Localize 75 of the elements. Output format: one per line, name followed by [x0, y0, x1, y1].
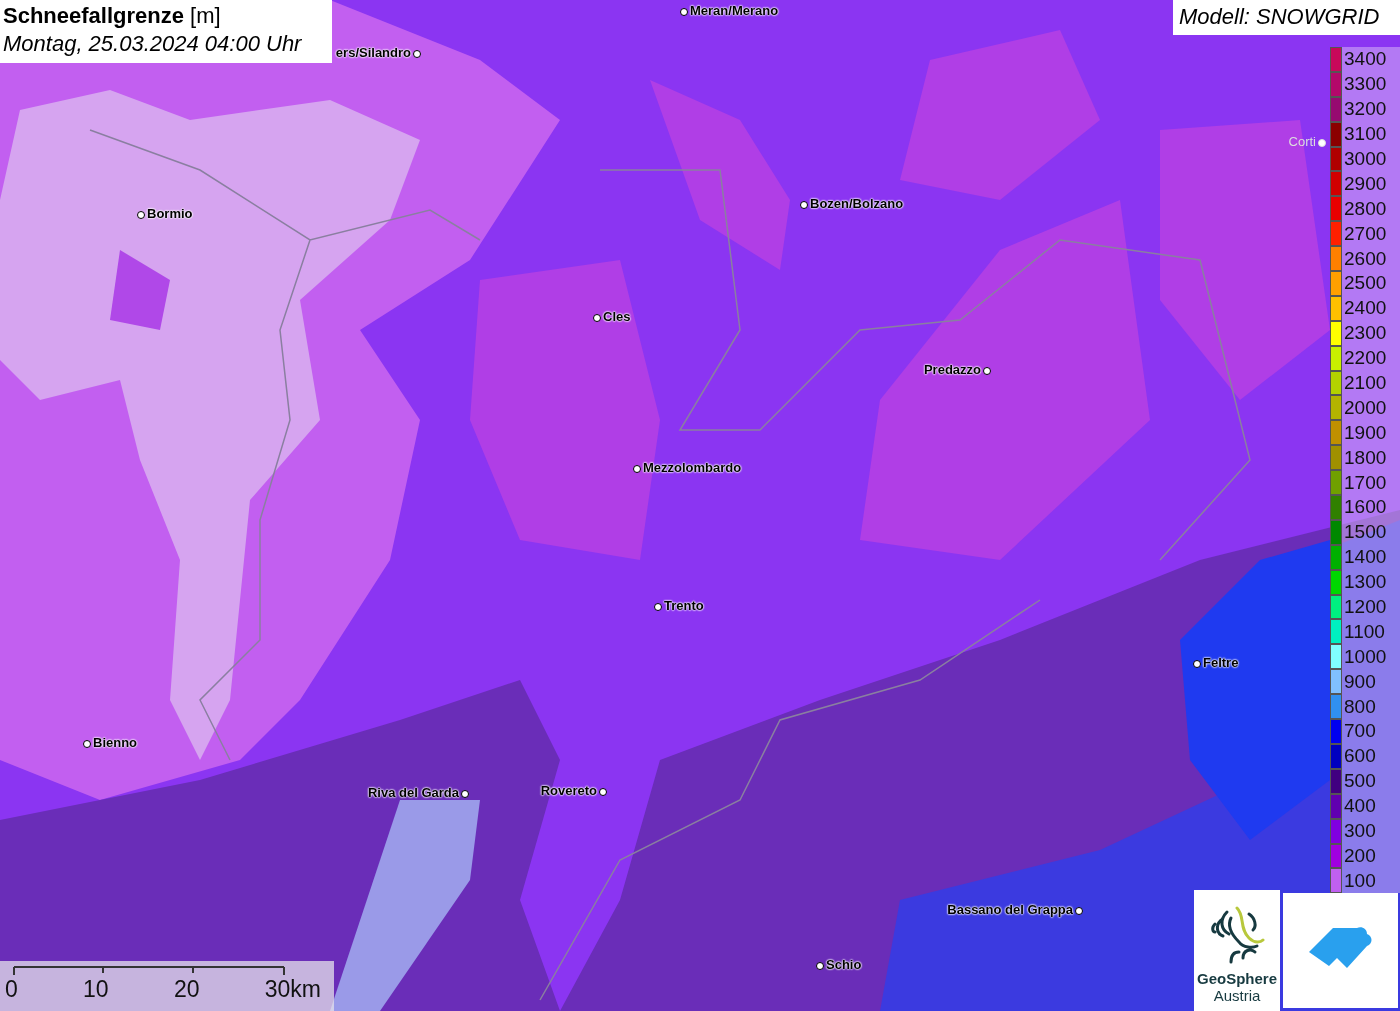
legend-label: 1000	[1344, 645, 1387, 668]
city-marker-icon	[800, 201, 808, 209]
logo-subtitle: Austria	[1213, 987, 1261, 1004]
city-marker-icon	[593, 314, 601, 322]
contour-lines-icon	[1209, 904, 1265, 964]
legend-label: 400	[1344, 795, 1376, 818]
legend-label: 100	[1344, 869, 1376, 892]
legend-label: 600	[1344, 745, 1376, 768]
map-datetime: Montag, 25.03.2024 04:00 Uhr	[3, 31, 303, 57]
scale-label: 30km	[264, 976, 321, 1003]
city-label: Trento	[664, 598, 704, 613]
city-marker-icon	[1318, 139, 1326, 147]
city-marker-icon	[983, 367, 991, 375]
city-label: Meran/Merano	[690, 3, 779, 18]
legend-label: 1400	[1344, 546, 1387, 569]
city-label: Mezzolombardo	[643, 460, 742, 475]
legend-label: 1900	[1344, 421, 1387, 444]
legend-label: 500	[1344, 770, 1376, 793]
legend-label: 1100	[1344, 620, 1385, 643]
city-label: Rovereto	[540, 783, 597, 798]
city-marker-icon	[654, 603, 662, 611]
city-marker-icon	[461, 790, 469, 798]
city-label: Cles	[603, 309, 631, 324]
city-label: Bormio	[147, 206, 193, 221]
scale-label: 20	[173, 976, 200, 1003]
city-marker-icon	[680, 8, 688, 16]
legend-label: 2100	[1344, 372, 1387, 394]
city-marker-icon	[83, 740, 91, 748]
city-label: Feltre	[1203, 655, 1239, 670]
legend-label: 1500	[1344, 521, 1387, 544]
city-label: Bassano del Grappa	[947, 902, 1073, 917]
legend-label: 3000	[1344, 148, 1387, 170]
legend-label: 900	[1344, 670, 1376, 693]
legend-label: 1700	[1344, 471, 1387, 494]
city-marker-icon	[816, 962, 824, 970]
legend-label: 3400	[1344, 48, 1387, 71]
legend-label: 1300	[1344, 571, 1387, 594]
city-label: Predazzo	[923, 362, 981, 377]
city-marker-icon	[599, 788, 607, 796]
legend-label: 2400	[1344, 297, 1387, 320]
legend-label: 700	[1344, 720, 1376, 743]
logo-name: GeoSphere	[1197, 970, 1277, 987]
legend-label: 2200	[1344, 347, 1387, 370]
legend-label: 2300	[1344, 322, 1387, 345]
legend-label: 2000	[1344, 396, 1387, 419]
legend-label: 3100	[1344, 123, 1387, 146]
legend-label: 300	[1344, 820, 1376, 843]
legend-label: 2800	[1344, 197, 1387, 220]
legend-label: 3300	[1344, 73, 1387, 96]
legend-label: 3200	[1344, 98, 1387, 121]
model-label: Modell: SNOWGRID	[1173, 0, 1400, 35]
legend-label: 2500	[1344, 272, 1387, 295]
city-label: Riva del Garda	[367, 785, 459, 800]
city-marker-icon	[137, 211, 145, 219]
city-label: Bozen/Bolzano	[810, 196, 904, 211]
city-label: Bienno	[93, 735, 138, 750]
map-title: Schneefallgrenze [m]	[3, 3, 222, 29]
legend-label: 2700	[1344, 222, 1387, 245]
legend-label: 200	[1344, 844, 1376, 867]
city-label: Corti	[1288, 134, 1316, 149]
city-marker-icon	[633, 465, 641, 473]
city-label: ers/Silandro	[335, 45, 411, 60]
scale-label: 10	[83, 976, 109, 1003]
legend-label: 1800	[1344, 446, 1387, 469]
city-marker-icon	[413, 50, 421, 58]
legend-label: 800	[1344, 695, 1376, 718]
scale-label: 0	[5, 976, 18, 1003]
city-marker-icon	[1193, 660, 1201, 668]
legend-label: 1200	[1344, 596, 1387, 619]
legend-label: 1600	[1344, 496, 1387, 519]
city-marker-icon	[1075, 907, 1083, 915]
legend-label: 2600	[1344, 247, 1387, 270]
city-label: Schio	[826, 957, 862, 972]
scale-bar-icon	[13, 966, 285, 976]
legend-label: 2900	[1344, 172, 1387, 195]
